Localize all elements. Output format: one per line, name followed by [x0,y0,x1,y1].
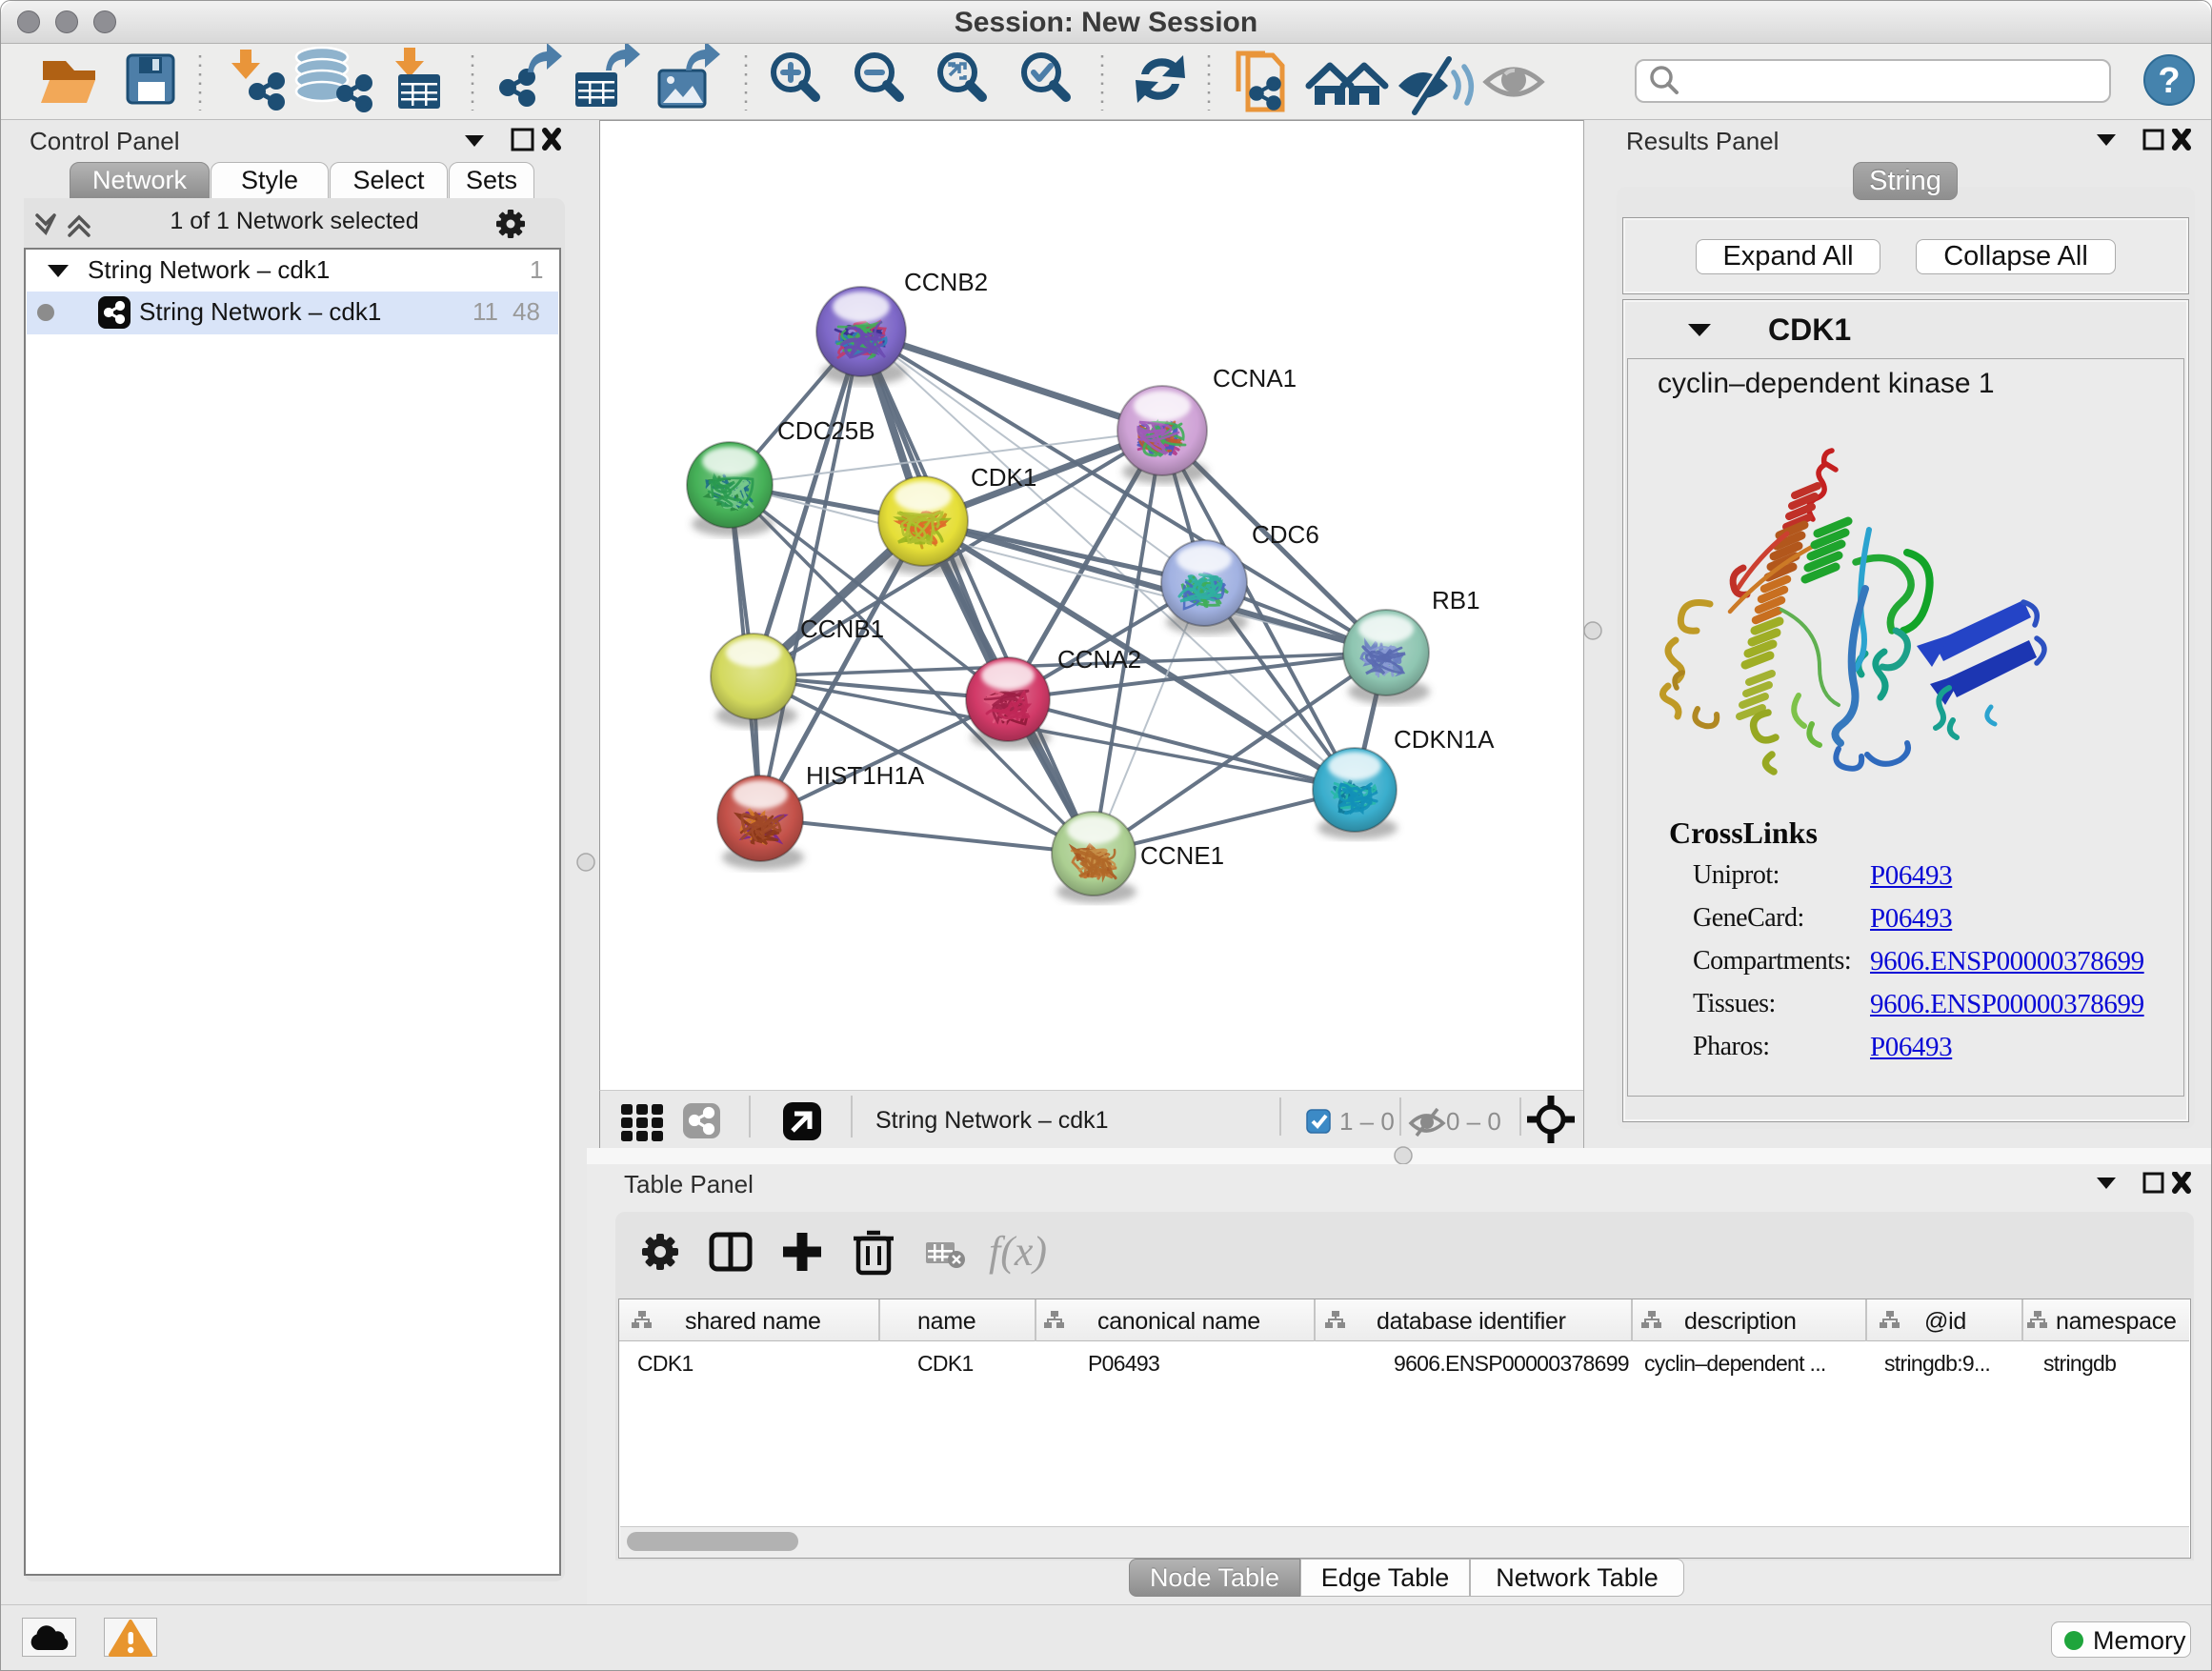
svg-text:CDKN1A: CDKN1A [1394,725,1495,754]
svg-text:CDC25B: CDC25B [777,416,875,445]
svg-text:0 – 0: 0 – 0 [1446,1107,1501,1136]
svg-text:String Network – cdk1: String Network – cdk1 [875,1107,1109,1134]
svg-text:CCNA2: CCNA2 [1057,645,1141,674]
svg-text:CDC6: CDC6 [1252,520,1319,549]
svg-text:CCNA1: CCNA1 [1213,364,1297,393]
svg-text:CCNE1: CCNE1 [1140,841,1224,870]
svg-text:HIST1H1A: HIST1H1A [806,761,925,790]
svg-text:CCNB2: CCNB2 [904,268,988,296]
svg-text:f(x): f(x) [989,1228,1047,1275]
svg-text:1 – 0: 1 – 0 [1339,1107,1395,1136]
svg-text:CCNB1: CCNB1 [800,614,884,643]
svg-text:RB1: RB1 [1432,586,1480,614]
svg-text:?: ? [2158,61,2180,101]
svg-text:CDK1: CDK1 [971,463,1036,492]
